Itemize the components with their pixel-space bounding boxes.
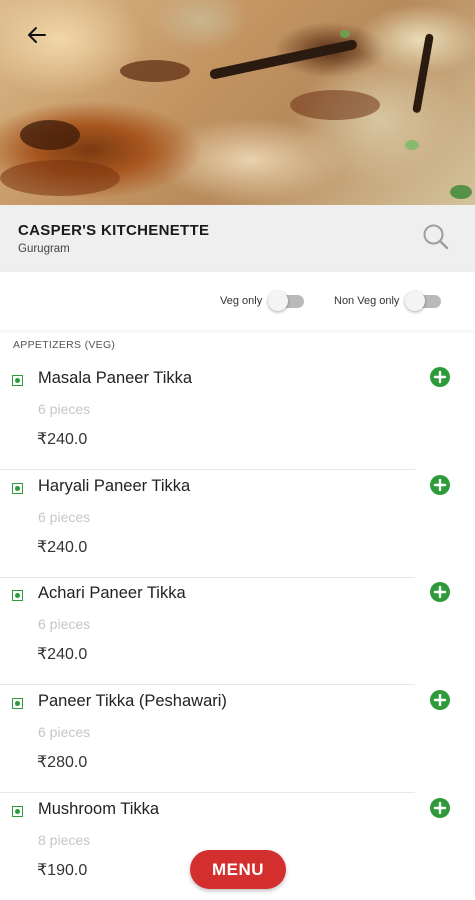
- non-veg-only-toggle[interactable]: [405, 291, 443, 311]
- add-circle-icon: [430, 475, 450, 495]
- menu-item[interactable]: Achari Paneer Tikka 6 pieces ₹240.0: [0, 577, 475, 685]
- item-price: ₹240.0: [37, 431, 88, 448]
- menu-button[interactable]: MENU: [190, 850, 286, 889]
- add-item-button[interactable]: [429, 797, 451, 819]
- search-button[interactable]: [421, 222, 451, 252]
- add-circle-icon: [430, 582, 450, 602]
- back-button[interactable]: [20, 18, 54, 52]
- item-name: Mushroom Tikka: [38, 800, 160, 818]
- veg-indicator-icon: [12, 590, 23, 601]
- add-item-button[interactable]: [429, 474, 451, 496]
- restaurant-header: CASPER'S KITCHENETTE Gurugram: [0, 205, 475, 272]
- add-item-button[interactable]: [429, 689, 451, 711]
- back-arrow-icon: [28, 27, 46, 43]
- add-circle-icon: [430, 798, 450, 818]
- veg-indicator-icon: [12, 806, 23, 817]
- item-description: 6 pieces: [38, 509, 91, 525]
- menu-item[interactable]: Masala Paneer Tikka 6 pieces ₹240.0: [0, 362, 475, 470]
- veg-only-filter: Veg only: [220, 291, 306, 311]
- menu-item[interactable]: Paneer Tikka (Peshawari) 6 pieces ₹280.0: [0, 685, 475, 793]
- item-price: ₹280.0: [37, 754, 88, 771]
- veg-only-label: Veg only: [220, 295, 263, 307]
- add-item-button[interactable]: [429, 366, 451, 388]
- item-name: Haryali Paneer Tikka: [38, 477, 191, 495]
- veg-only-toggle[interactable]: [268, 291, 306, 311]
- item-name: Achari Paneer Tikka: [38, 584, 186, 602]
- veg-indicator-icon: [12, 483, 23, 494]
- section-title: APPETIZERS (VEG): [13, 339, 116, 351]
- add-circle-icon: [430, 367, 450, 387]
- search-icon: [423, 224, 449, 250]
- veg-indicator-icon: [12, 375, 23, 386]
- veg-indicator-icon: [12, 698, 23, 709]
- item-description: 6 pieces: [38, 616, 91, 632]
- restaurant-hero-image: [0, 0, 475, 205]
- item-description: 6 pieces: [38, 401, 91, 417]
- filter-bar: Veg only Non Veg only: [0, 272, 475, 330]
- item-description: 8 pieces: [38, 832, 91, 848]
- item-price: ₹190.0: [37, 862, 88, 879]
- restaurant-city: Gurugram: [18, 243, 70, 255]
- non-veg-only-label: Non Veg only: [334, 295, 400, 307]
- add-circle-icon: [430, 690, 450, 710]
- menu-item[interactable]: Haryali Paneer Tikka 6 pieces ₹240.0: [0, 470, 475, 578]
- restaurant-name: CASPER'S KITCHENETTE: [18, 222, 210, 239]
- item-price: ₹240.0: [37, 646, 88, 663]
- item-description: 6 pieces: [38, 724, 91, 740]
- item-name: Paneer Tikka (Peshawari): [38, 692, 227, 710]
- non-veg-only-filter: Non Veg only: [334, 291, 443, 311]
- item-name: Masala Paneer Tikka: [38, 369, 193, 387]
- item-price: ₹240.0: [37, 539, 88, 556]
- add-item-button[interactable]: [429, 581, 451, 603]
